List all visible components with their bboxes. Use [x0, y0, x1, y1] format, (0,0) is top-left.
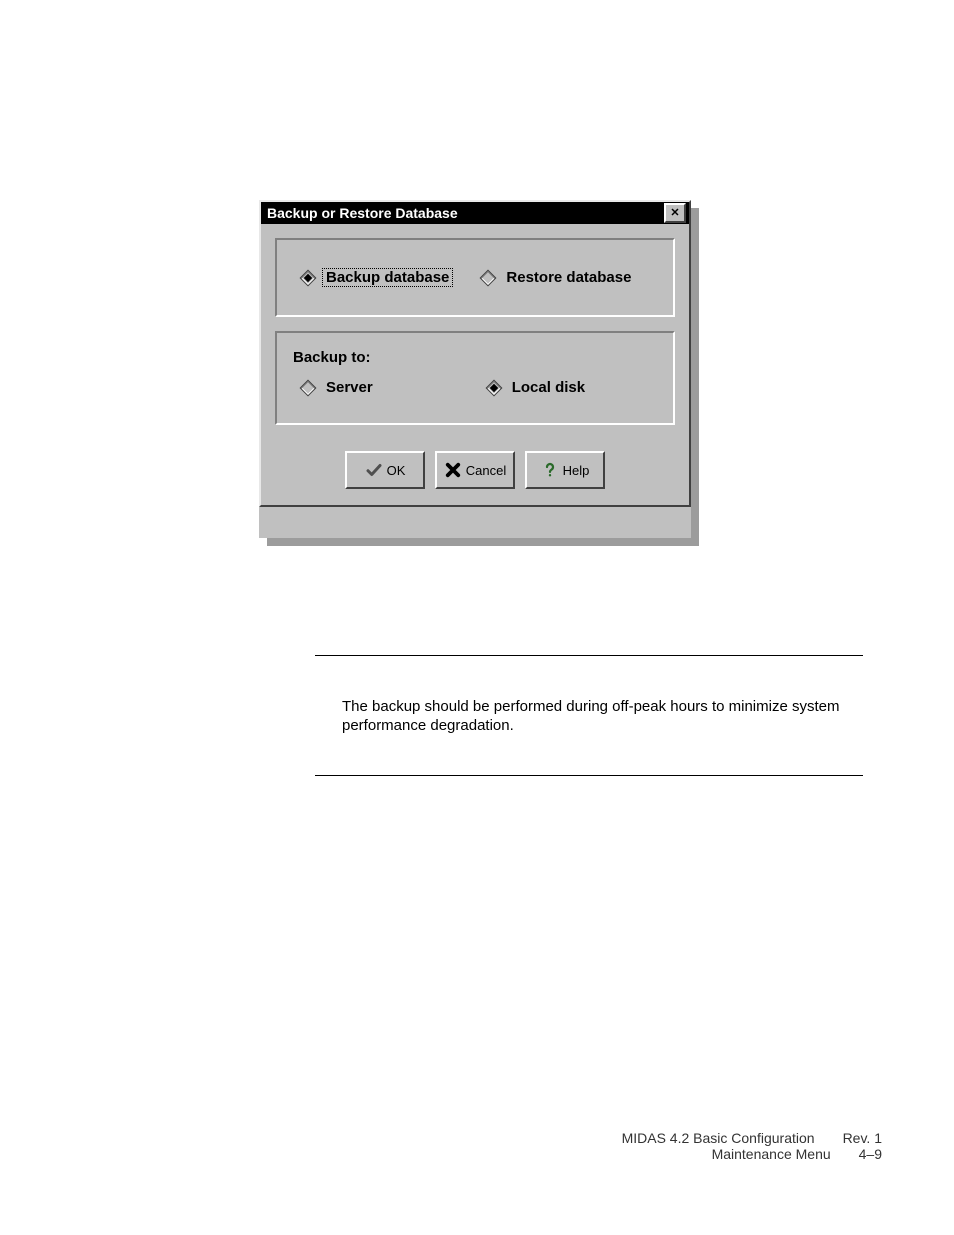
- diamond-icon: [481, 271, 495, 285]
- operation-panel: Backup database Restore database: [275, 238, 675, 317]
- radio-server[interactable]: Server: [301, 378, 377, 397]
- note-rule-top: [315, 655, 863, 656]
- dialog-window: Backup or Restore Database Backup databa…: [259, 200, 691, 538]
- cancel-button[interactable]: Cancel: [435, 451, 515, 489]
- x-icon: [444, 461, 462, 479]
- dialog-body: Backup database Restore database Backup …: [261, 224, 689, 505]
- note-rule-bottom: [315, 775, 863, 776]
- dialog-title: Backup or Restore Database: [267, 205, 458, 221]
- radio-backup-database[interactable]: Backup database: [301, 268, 453, 287]
- radio-label: Server: [322, 378, 377, 397]
- check-icon: [365, 461, 383, 479]
- destination-panel: Backup to: Server Local disk: [275, 331, 675, 425]
- help-button[interactable]: Help: [525, 451, 605, 489]
- radio-label: Restore database: [502, 268, 635, 287]
- radio-label: Backup database: [322, 268, 453, 287]
- radio-local-disk[interactable]: Local disk: [487, 378, 589, 397]
- button-label: Help: [563, 463, 590, 478]
- footer-revision: Rev. 1: [843, 1130, 882, 1146]
- question-icon: [541, 461, 559, 479]
- footer-page: 4–9: [859, 1146, 882, 1162]
- ok-button[interactable]: OK: [345, 451, 425, 489]
- footer-section: Maintenance Menu: [712, 1146, 831, 1162]
- radio-restore-database[interactable]: Restore database: [481, 268, 635, 287]
- operation-radio-row: Backup database Restore database: [289, 250, 661, 305]
- page-footer: MIDAS 4.2 Basic Configuration Rev. 1 Mai…: [622, 1130, 882, 1162]
- button-label: OK: [387, 463, 406, 478]
- button-row: OK Cancel Help: [275, 439, 675, 495]
- radio-label: Local disk: [508, 378, 589, 397]
- diamond-icon: [487, 381, 501, 395]
- titlebar: Backup or Restore Database: [261, 202, 689, 224]
- note-text: The backup should be performed during of…: [342, 698, 848, 736]
- dialog-frame: Backup or Restore Database Backup databa…: [259, 200, 691, 507]
- diamond-icon: [301, 381, 315, 395]
- destination-group-label: Backup to:: [293, 349, 657, 366]
- destination-radio-row: Server Local disk: [289, 368, 661, 413]
- close-icon[interactable]: [664, 203, 686, 223]
- button-label: Cancel: [466, 463, 506, 478]
- footer-doc-title: MIDAS 4.2 Basic Configuration: [622, 1130, 815, 1146]
- diamond-icon: [301, 271, 315, 285]
